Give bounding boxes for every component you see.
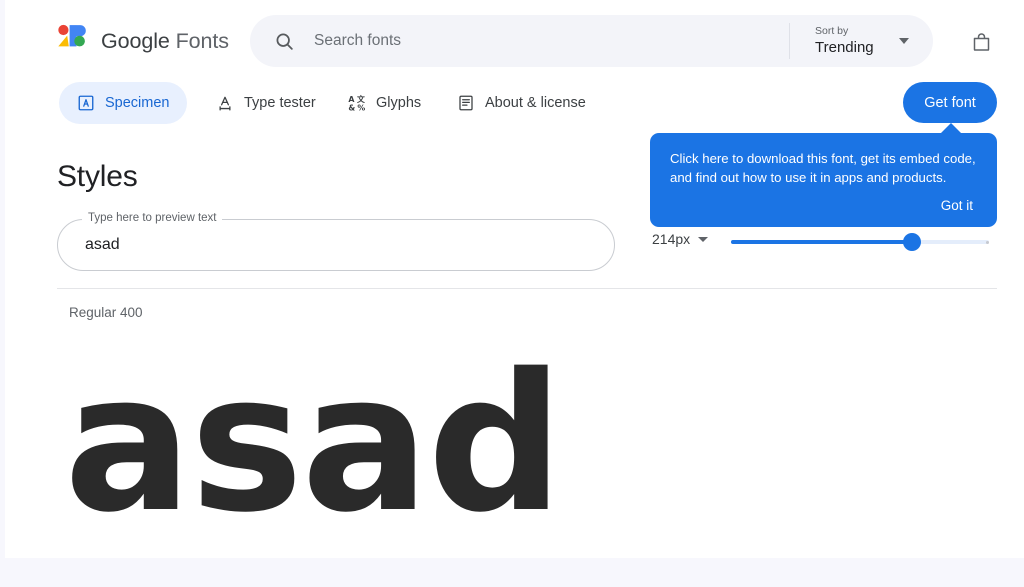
search-icon	[274, 31, 295, 52]
search-zone[interactable]	[250, 15, 789, 67]
type-tester-icon	[216, 94, 234, 112]
svg-text:A: A	[348, 95, 355, 104]
preview-text-field[interactable]: Type here to preview text	[57, 212, 615, 271]
preview-text-input[interactable]	[85, 221, 585, 269]
style-weight-label: Regular 400	[69, 305, 143, 320]
specimen-tabs: Specimen Type tester A 文 & % Glyphs Abou…	[5, 82, 1024, 130]
google-fonts-logo-icon	[57, 24, 88, 58]
svg-text:文: 文	[357, 94, 365, 104]
sort-by-value: Trending	[815, 38, 874, 56]
tab-specimen-label: Specimen	[105, 95, 170, 111]
specimen-letter-a-icon	[77, 94, 95, 112]
about-license-icon	[457, 94, 475, 112]
tab-glyphs-label: Glyphs	[376, 95, 422, 111]
shopping-bag-icon	[971, 31, 992, 56]
page-title: Styles	[57, 160, 138, 193]
brand-title-fonts: Fonts	[175, 28, 229, 53]
tab-type-tester-label: Type tester	[244, 95, 316, 111]
slider-thumb[interactable]	[902, 233, 921, 251]
font-size-dropdown[interactable]: 214px	[652, 231, 709, 247]
tooltip-message: Click here to download this font, get it…	[670, 151, 976, 186]
slider-fill	[731, 240, 912, 244]
brand-logo-group[interactable]: Google Fonts	[57, 22, 229, 60]
search-input[interactable]	[314, 26, 754, 56]
get-font-button[interactable]: Get font	[903, 82, 997, 123]
font-size-slider[interactable]	[731, 233, 989, 251]
chevron-down-icon	[698, 236, 709, 242]
tooltip-got-it-button[interactable]: Got it	[937, 196, 977, 215]
tab-specimen[interactable]: Specimen	[59, 82, 188, 124]
tooltip-arrow	[940, 123, 962, 134]
tab-about-license-label: About & license	[485, 95, 586, 111]
tab-glyphs[interactable]: A 文 & % Glyphs	[330, 82, 439, 124]
svg-text:&: &	[348, 104, 355, 113]
svg-text:%: %	[357, 104, 365, 113]
search-and-sort-bar: Sort by Trending	[250, 15, 933, 67]
tooltip-actions: Got it	[670, 196, 977, 215]
slider-end-tick	[986, 241, 989, 244]
sort-by-stack: Sort by Trending	[815, 24, 874, 56]
shopping-bag-button[interactable]	[961, 23, 1001, 63]
brand-title: Google Fonts	[101, 29, 229, 54]
specimen-sample-text[interactable]: asad	[64, 330, 994, 558]
app-header: Google Fonts Sort by Trending	[5, 0, 1024, 76]
section-divider	[57, 288, 997, 289]
sort-by-label: Sort by	[815, 24, 849, 37]
sort-by-dropdown[interactable]: Sort by Trending	[790, 15, 933, 67]
glyphs-icon: A 文 & %	[348, 94, 366, 113]
get-font-button-label: Get font	[924, 94, 976, 111]
chevron-down-icon	[899, 38, 909, 44]
brand-title-google: Google	[101, 28, 170, 53]
tab-about-license[interactable]: About & license	[439, 82, 604, 124]
font-size-value: 214px	[652, 231, 691, 247]
get-font-tooltip: Click here to download this font, get it…	[650, 123, 997, 228]
tab-type-tester[interactable]: Type tester	[198, 82, 334, 124]
